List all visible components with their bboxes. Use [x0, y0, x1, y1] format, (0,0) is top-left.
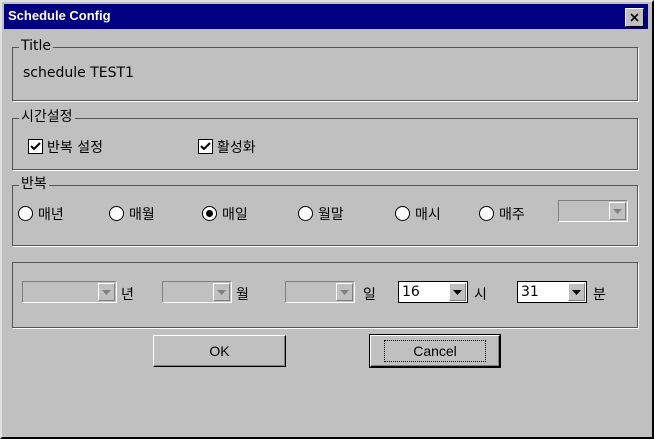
chevron-down-icon[interactable]	[449, 283, 466, 301]
repeat-setting-label: 반복 설정	[47, 140, 103, 156]
datetime-group: 년 월 일 16 시 31 분	[12, 262, 638, 328]
repeat-group-legend: 반복	[19, 175, 49, 193]
minute-value: 31	[521, 284, 539, 300]
radio-month-end[interactable]	[298, 206, 313, 221]
close-button[interactable]	[625, 8, 644, 27]
title-bar[interactable]: Schedule Config	[4, 4, 648, 29]
minute-select[interactable]: 31	[517, 281, 587, 303]
checkmark-icon	[30, 142, 41, 151]
ok-button-label: OK	[209, 343, 230, 359]
minute-label: 분	[593, 287, 606, 303]
chevron-down-icon[interactable]	[98, 283, 115, 301]
hour-label: 시	[474, 287, 487, 303]
radio-month-end-label: 월말	[318, 207, 344, 223]
radio-monthly[interactable]	[109, 206, 124, 221]
radio-weekly-label: 매주	[499, 207, 525, 223]
radio-selected-dot	[206, 210, 213, 217]
repeat-setting-checkbox[interactable]	[28, 139, 43, 154]
radio-yearly[interactable]	[18, 206, 33, 221]
chevron-down-icon[interactable]	[609, 202, 626, 220]
activate-checkbox[interactable]	[198, 139, 213, 154]
cancel-button-label: Cancel	[384, 340, 486, 362]
hour-select[interactable]: 16	[398, 281, 468, 303]
radio-hourly-label: 매시	[415, 207, 441, 223]
radio-weekly[interactable]	[479, 206, 494, 221]
day-label: 일	[363, 287, 376, 303]
day-select[interactable]	[285, 281, 355, 303]
close-icon	[630, 13, 639, 22]
repeat-group: 반복 매년 매월 매일 월말 매시 매주	[12, 175, 638, 246]
time-setting-group: 시간설정 반복 설정 활성화	[12, 108, 638, 170]
year-select[interactable]	[22, 281, 117, 303]
radio-yearly-label: 매년	[38, 207, 64, 223]
window-title: Schedule Config	[8, 8, 111, 23]
cancel-button[interactable]: Cancel	[369, 334, 501, 368]
weekday-select[interactable]	[558, 200, 628, 222]
ok-button[interactable]: OK	[153, 335, 286, 367]
chevron-down-icon[interactable]	[336, 283, 353, 301]
checkmark-icon	[200, 142, 211, 151]
title-group-legend: Title	[19, 37, 54, 55]
radio-hourly[interactable]	[395, 206, 410, 221]
schedule-title-text: schedule TEST1	[23, 65, 134, 81]
hour-value: 16	[402, 284, 420, 300]
month-select[interactable]	[162, 281, 232, 303]
activate-label: 활성화	[217, 140, 256, 156]
time-setting-legend: 시간설정	[19, 108, 75, 126]
schedule-config-dialog: Schedule Config Title schedule TEST1 시간설…	[0, 0, 654, 439]
radio-daily[interactable]	[202, 206, 217, 221]
radio-daily-label: 매일	[222, 207, 248, 223]
year-label: 년	[121, 287, 134, 303]
radio-monthly-label: 매월	[129, 207, 155, 223]
chevron-down-icon[interactable]	[568, 283, 585, 301]
title-group: Title schedule TEST1	[12, 37, 638, 101]
chevron-down-icon[interactable]	[213, 283, 230, 301]
month-label: 월	[236, 287, 249, 303]
